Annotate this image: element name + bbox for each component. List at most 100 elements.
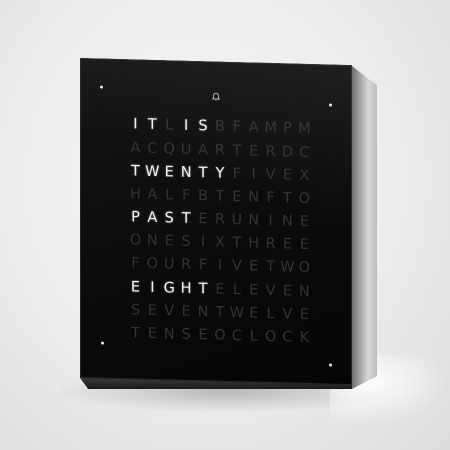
dim-letter: B — [198, 187, 208, 205]
lit-letter: S — [164, 210, 174, 227]
letter-row: TENSEOCLOCK — [127, 322, 313, 350]
dim-letter: R — [214, 211, 225, 228]
corner-dot-bottom-right[interactable] — [329, 363, 332, 367]
dim-letter: O — [298, 190, 311, 207]
dim-letter: R — [265, 143, 276, 160]
word-clock-face: ITLISBFAMPMACQUARTERDCTWENTYFIVEXHALFBTE… — [80, 58, 352, 386]
dim-letter: E — [249, 305, 259, 322]
dim-letter: F — [131, 255, 140, 273]
dim-letter: N — [298, 283, 310, 300]
lit-letter: G — [163, 279, 175, 297]
dim-letter: U — [180, 141, 192, 158]
dim-letter: L — [249, 328, 258, 345]
dim-letter: B — [214, 118, 225, 136]
dim-letter: L — [266, 305, 275, 322]
dim-letter: E — [282, 236, 293, 253]
dim-letter: E — [249, 282, 259, 299]
dim-letter: T — [215, 188, 225, 205]
lit-letter: T — [181, 210, 191, 227]
dim-letter: E — [198, 211, 208, 228]
dim-letter: N — [248, 189, 260, 206]
dim-letter: N — [282, 213, 293, 230]
dim-letter: O — [146, 256, 159, 273]
dim-letter: V — [231, 258, 242, 275]
dim-letter: M — [264, 120, 277, 137]
dim-letter: E — [299, 237, 309, 254]
lit-letter: E — [130, 278, 141, 296]
lit-letter: A — [147, 209, 158, 227]
dim-letter: T — [232, 142, 242, 159]
dim-letter: X — [214, 234, 225, 252]
dim-letter: L — [165, 117, 174, 134]
dim-letter: E — [299, 213, 309, 231]
dim-letter: W — [280, 259, 295, 277]
lit-letter: I — [133, 116, 138, 133]
dim-letter: E — [249, 258, 259, 276]
dim-letter: R — [181, 257, 192, 274]
dim-letter: C — [147, 140, 158, 157]
lit-letter: T — [131, 163, 140, 180]
corner-dot-top-left[interactable] — [100, 85, 103, 89]
dim-letter: C — [299, 144, 310, 161]
corner-dot-bottom-left[interactable] — [101, 341, 104, 345]
dim-letter: E — [299, 306, 309, 323]
dim-letter: S — [181, 233, 191, 251]
dim-letter: E — [198, 327, 208, 344]
lit-letter: H — [180, 280, 192, 297]
dim-letter: R — [214, 142, 225, 159]
lit-letter: Y — [215, 165, 225, 182]
dim-letter: D — [281, 143, 294, 161]
dim-letter: E — [147, 325, 157, 343]
dim-letter: I — [268, 213, 273, 230]
lit-letter: E — [164, 163, 174, 181]
dim-letter: V — [282, 306, 293, 323]
dim-letter: I — [200, 234, 206, 251]
dim-letter: S — [130, 302, 141, 319]
dim-letter: P — [283, 120, 292, 137]
dim-letter: L — [165, 187, 174, 204]
dim-letter: E — [232, 188, 242, 206]
clock-side-edge — [352, 66, 377, 389]
dim-letter: E — [249, 142, 259, 160]
dim-letter: M — [298, 121, 311, 138]
lit-letter: W — [145, 163, 160, 180]
lit-letter: I — [183, 118, 189, 135]
dim-letter: E — [147, 302, 157, 319]
dim-letter: U — [231, 212, 243, 229]
lit-letter: P — [131, 209, 140, 226]
letter-grid: ITLISBFAMPMACQUARTERDCTWENTYFIVEXHALFBTE… — [127, 113, 313, 350]
dim-letter: V — [164, 303, 175, 320]
corner-dot-top-right[interactable] — [329, 103, 332, 107]
dim-letter: K — [299, 329, 310, 347]
dim-letter: O — [214, 327, 226, 344]
dim-letter: S — [181, 326, 191, 343]
dim-letter: E — [215, 281, 225, 298]
dim-letter: U — [163, 256, 175, 273]
dim-letter: A — [248, 119, 259, 137]
dim-letter: N — [163, 326, 175, 343]
dim-letter: C — [282, 329, 293, 346]
lit-letter: S — [198, 118, 208, 135]
lit-letter: I — [150, 279, 155, 296]
dim-letter: E — [282, 282, 293, 300]
dim-letter: T — [215, 304, 225, 321]
dim-letter: E — [164, 233, 174, 250]
dim-letter: W — [229, 304, 244, 322]
dim-letter: A — [130, 139, 141, 157]
dim-letter: N — [248, 212, 260, 229]
dim-letter: R — [265, 236, 276, 253]
dim-letter: T — [266, 259, 275, 276]
dim-letter: A — [147, 186, 158, 203]
dim-letter: L — [232, 281, 241, 298]
dim-letter: F — [266, 189, 275, 207]
dim-letter: O — [129, 232, 142, 249]
dim-letter: H — [129, 186, 141, 203]
dim-letter: T — [283, 190, 292, 207]
dim-letter: O — [298, 260, 311, 277]
lit-letter: T — [198, 164, 208, 182]
lit-letter: T — [198, 280, 208, 297]
lit-letter: T — [147, 117, 157, 134]
dim-letter: V — [265, 282, 276, 299]
dim-letter: A — [198, 141, 208, 158]
dim-letter: E — [282, 167, 293, 184]
